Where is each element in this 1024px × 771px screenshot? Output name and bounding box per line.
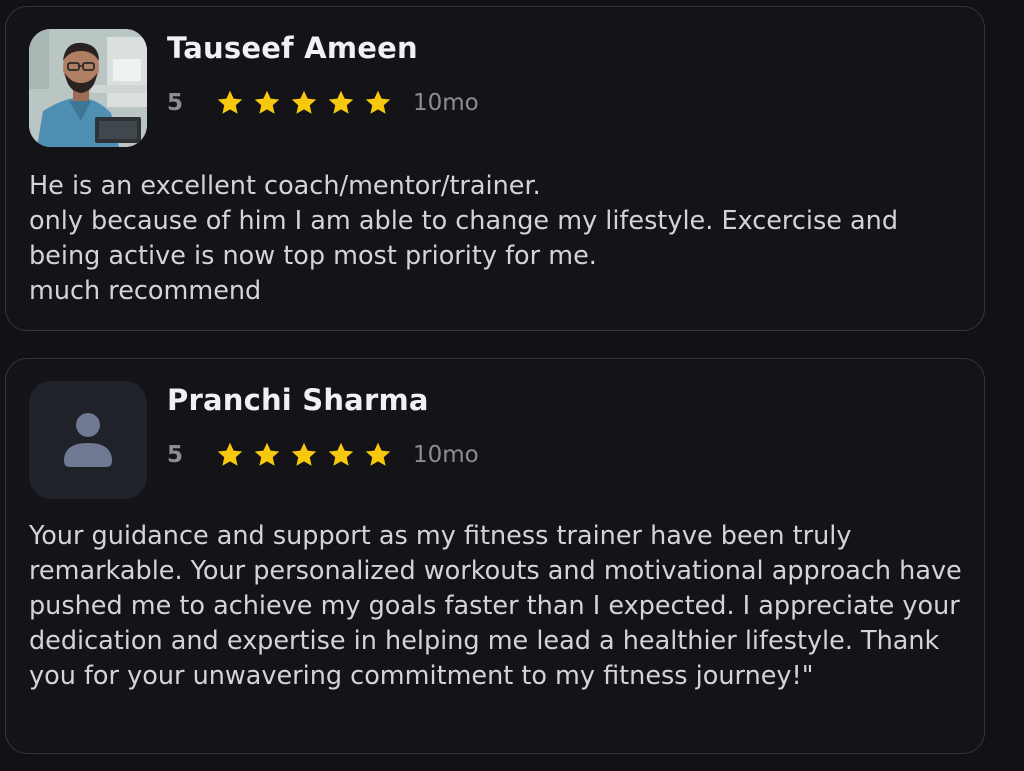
reviewer-avatar[interactable]	[29, 29, 147, 147]
reviewer-photo	[29, 29, 147, 147]
star-rating	[215, 88, 393, 118]
star-icon	[365, 442, 391, 466]
star-icon	[217, 442, 243, 466]
star-icon	[254, 90, 280, 114]
user-placeholder-icon	[64, 413, 112, 467]
rating-score: 5	[167, 90, 184, 116]
review-text: Your guidance and support as my fitness …	[29, 521, 962, 691]
reviewer-name[interactable]: Tauseef Ameen	[167, 31, 418, 65]
review-age: 10mo	[413, 442, 479, 468]
star-rating	[215, 440, 393, 470]
reviewer-avatar[interactable]	[29, 381, 147, 499]
rating-row: 5 10mo	[167, 437, 479, 473]
star-icon	[217, 90, 243, 114]
rating-row: 5 10mo	[167, 85, 479, 121]
review-card: Tauseef Ameen 5 10mo He is an excellent …	[5, 6, 985, 331]
star-icon	[291, 90, 317, 114]
star-icon	[254, 442, 280, 466]
star-icon	[365, 90, 391, 114]
review-text: He is an excellent coach/mentor/trainer.…	[29, 171, 899, 306]
review-card: Pranchi Sharma 5 10mo Your guidance and …	[5, 358, 985, 754]
review-age: 10mo	[413, 90, 479, 116]
rating-score: 5	[167, 442, 184, 468]
star-icon	[291, 442, 317, 466]
star-icon	[328, 90, 354, 114]
star-icon	[328, 442, 354, 466]
reviewer-name[interactable]: Pranchi Sharma	[167, 383, 429, 417]
